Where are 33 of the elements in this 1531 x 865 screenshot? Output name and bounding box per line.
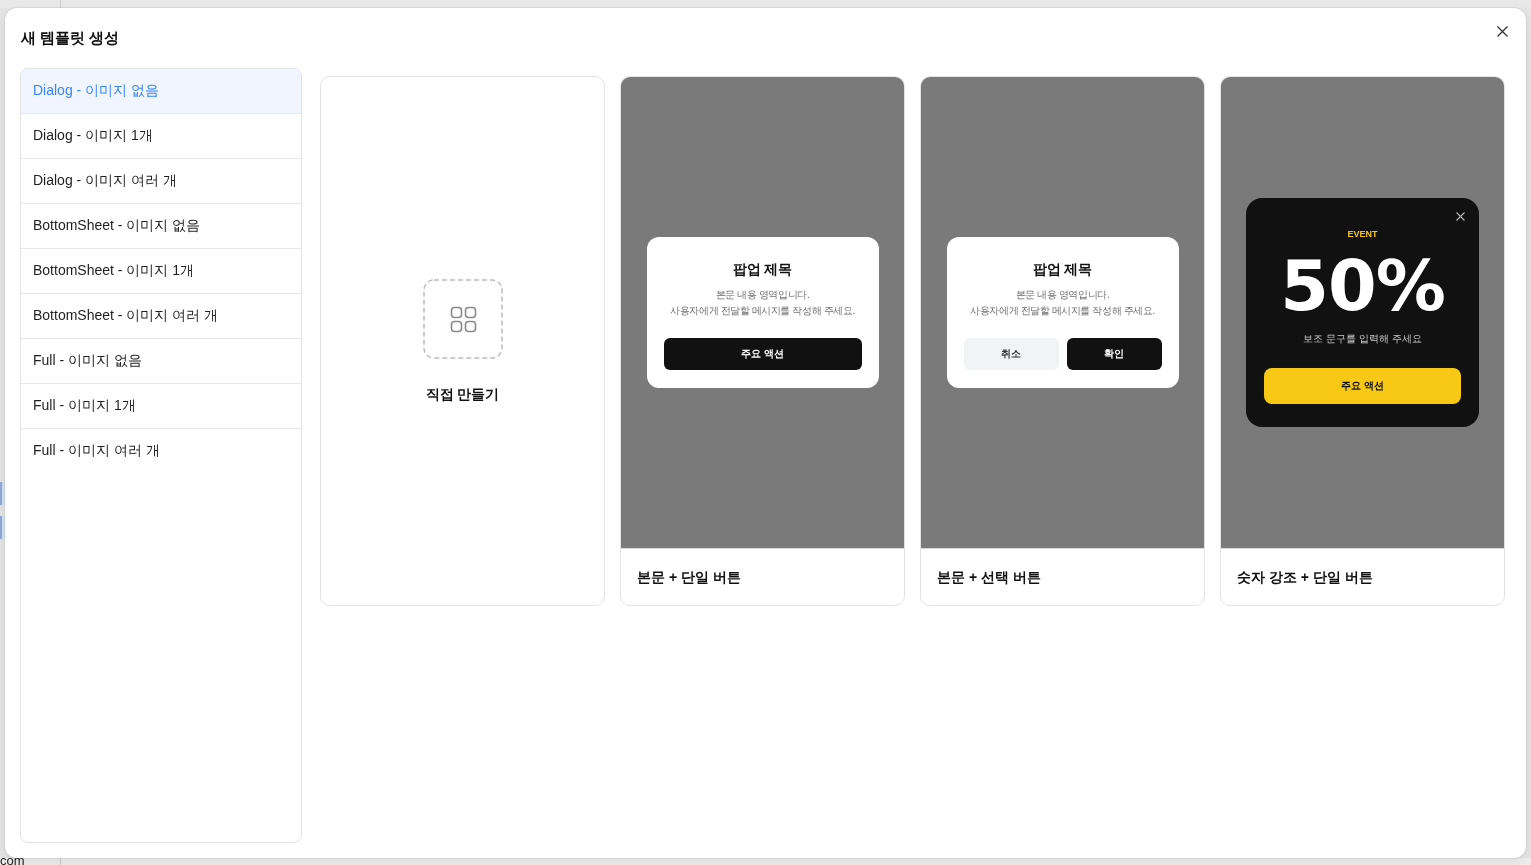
popup-title: 팝업 제목 — [731, 261, 794, 277]
sidebar-item[interactable]: Full - 이미지 여러 개 — [21, 428, 301, 473]
card-label: 본문 + 선택 버튼 — [937, 568, 1041, 587]
close-icon — [1456, 212, 1465, 221]
sidebar-item[interactable]: Dialog - 이미지 여러 개 — [21, 158, 301, 203]
dashed-grid-icon — [422, 278, 503, 359]
template-card[interactable]: EVENT 50% 보조 문구를 입력해 주세요 주요 액션 숫자 강조 + 단일 버튼 — [1220, 76, 1505, 606]
template-card[interactable]: 팝업 제목 본문 내용 영역입니다. 사용자에게 전달할 메시지를 작성해 주세요. 취소 확인 본문 + 선택 버튼 — [920, 76, 1205, 606]
template-card[interactable]: 직접 만들기 — [320, 76, 605, 606]
close-button[interactable] — [1497, 26, 1508, 37]
popup-body-text: 본문 내용 영역입니다. 사용자에게 전달할 메시지를 작성해 주세요. — [669, 288, 856, 318]
primary-button: 확인 — [1066, 338, 1162, 370]
event-label: EVENT — [1346, 228, 1379, 240]
card-label: 숫자 강조 + 단일 버튼 — [1237, 568, 1373, 587]
promo-subtext: 보조 문구를 입력해 주세요 — [1302, 332, 1423, 346]
sidebar-item[interactable]: BottomSheet - 이미지 여러 개 — [21, 293, 301, 338]
discount-headline: 50% — [1279, 254, 1446, 318]
primary-button: 주요 액션 — [1264, 368, 1461, 404]
sidebar-item[interactable]: Full - 이미지 없음 — [21, 338, 301, 383]
dialog-title: 새 템플릿 생성 — [20, 28, 120, 48]
sidebar-item[interactable]: BottomSheet - 이미지 1개 — [21, 248, 301, 293]
sidebar-item[interactable]: Dialog - 이미지 1개 — [21, 113, 301, 158]
secondary-button: 취소 — [963, 338, 1059, 370]
popup-title: 팝업 제목 — [1031, 261, 1094, 277]
template-card[interactable]: 팝업 제목 본문 내용 영역입니다. 사용자에게 전달할 메시지를 작성해 주세요. 주요 액션 본문 + 단일 버튼 — [620, 76, 905, 606]
footer-text: com — [0, 858, 24, 865]
primary-button: 주요 액션 — [663, 338, 862, 370]
sidebar-item[interactable]: Full - 이미지 1개 — [21, 383, 301, 428]
sidebar-item[interactable]: BottomSheet - 이미지 없음 — [21, 203, 301, 248]
card-label: 본문 + 단일 버튼 — [637, 568, 741, 587]
popup-body-text: 본문 내용 영역입니다. 사용자에게 전달할 메시지를 작성해 주세요. — [969, 288, 1156, 318]
close-icon — [1497, 26, 1508, 37]
card-label: 직접 만들기 — [425, 384, 500, 404]
